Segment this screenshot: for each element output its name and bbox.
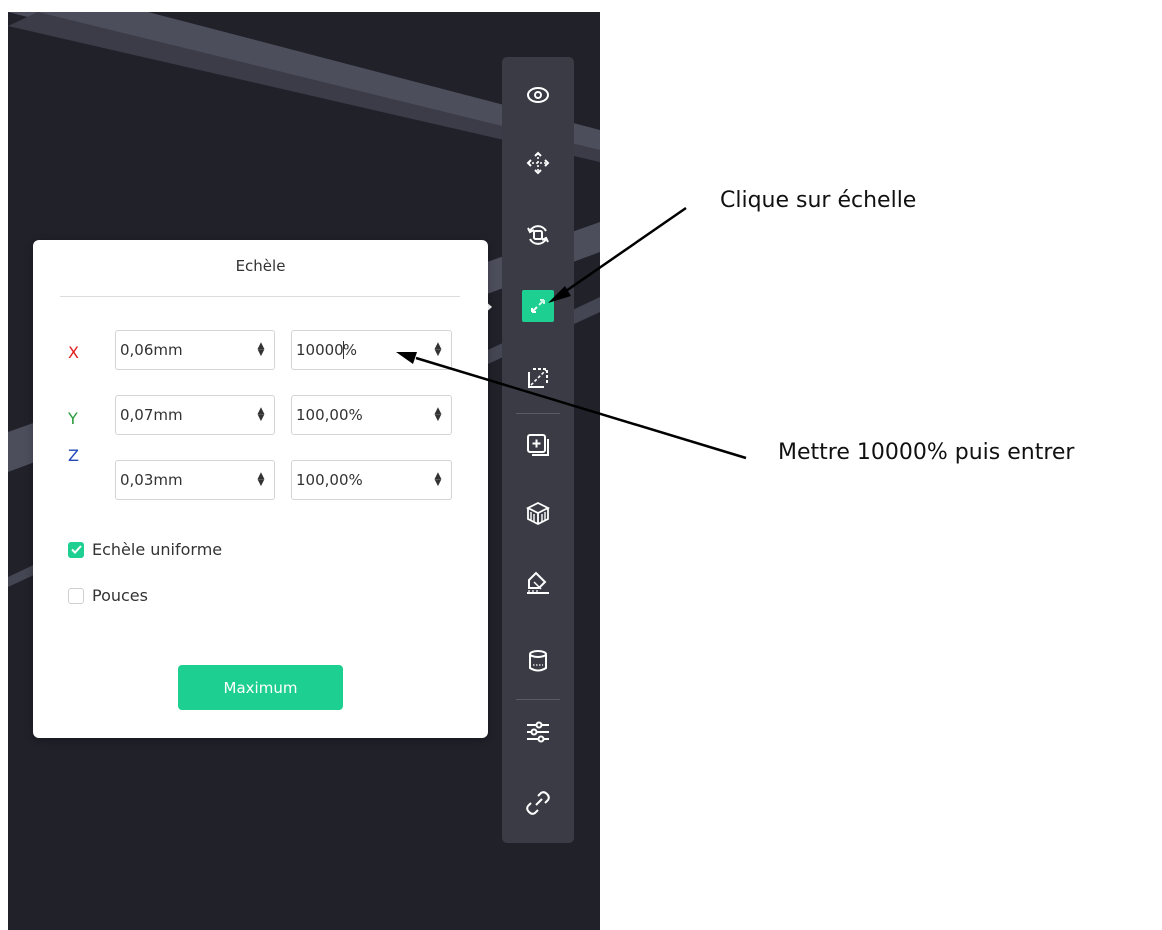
arrow-head-icon (396, 352, 417, 364)
annotation-arrows (396, 206, 747, 460)
arrow-to-percent-field (415, 356, 747, 460)
arrow-to-scale-tool (565, 206, 687, 293)
